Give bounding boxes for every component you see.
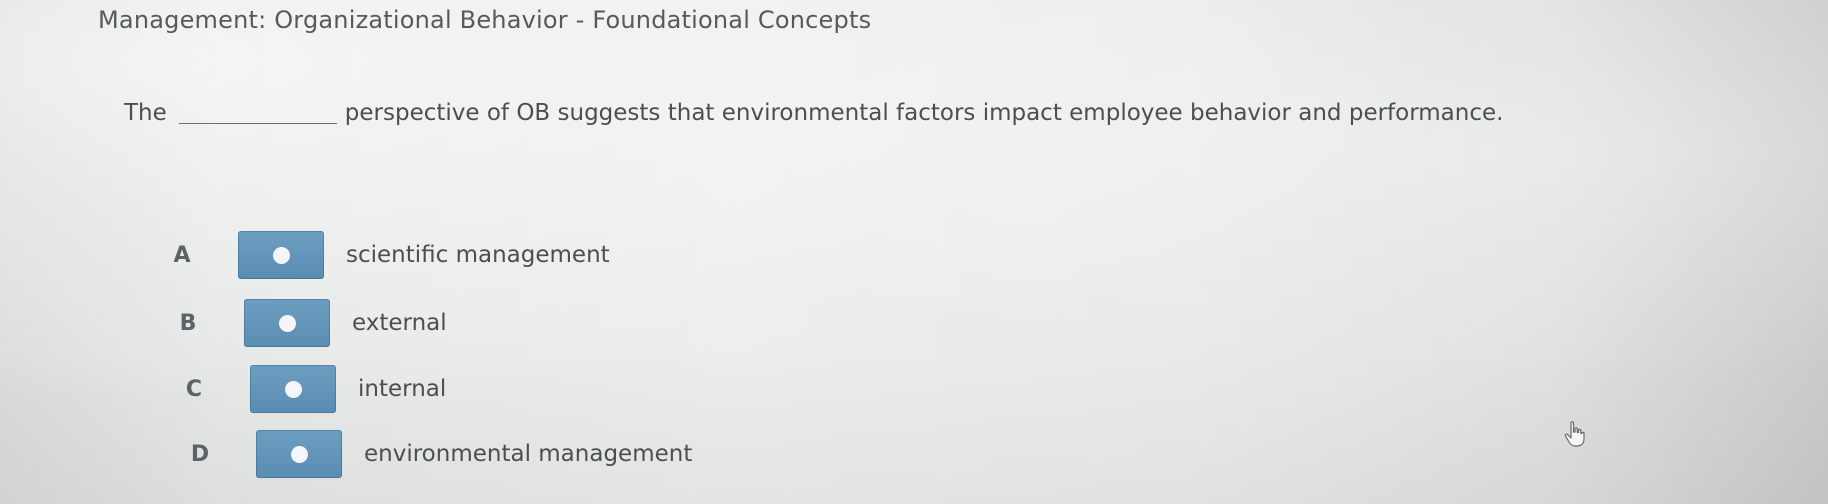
radio-dot-icon [278,314,296,332]
option-letter: D [190,441,210,467]
option-d-select-button[interactable] [256,430,342,478]
answer-blank [178,122,337,124]
page-title: Management: Organizational Behavior - Fo… [98,6,872,34]
radio-dot-icon [284,380,302,398]
option-c[interactable]: C internal [164,365,446,413]
question-suffix: perspective of OB suggests that environm… [344,100,1504,126]
option-b-select-button[interactable] [244,299,330,347]
option-letter: B [179,310,197,336]
option-a[interactable]: A scientific management [152,231,610,279]
option-b[interactable]: B external [158,299,447,347]
question-text: The perspective of OB suggests that envi… [124,100,1503,126]
option-label: external [352,310,447,336]
question-prefix: The [124,100,167,126]
option-label: environmental management [364,441,693,467]
option-letter: A [173,242,191,268]
option-a-select-button[interactable] [238,231,324,279]
option-label: scientific management [346,242,610,268]
radio-dot-icon [290,445,308,463]
option-c-select-button[interactable] [250,365,336,413]
hand-pointer-icon [1564,421,1585,447]
radio-dot-icon [272,246,290,264]
option-letter: C [185,376,203,402]
option-label: internal [358,376,447,402]
option-d[interactable]: D environmental management [170,430,692,478]
